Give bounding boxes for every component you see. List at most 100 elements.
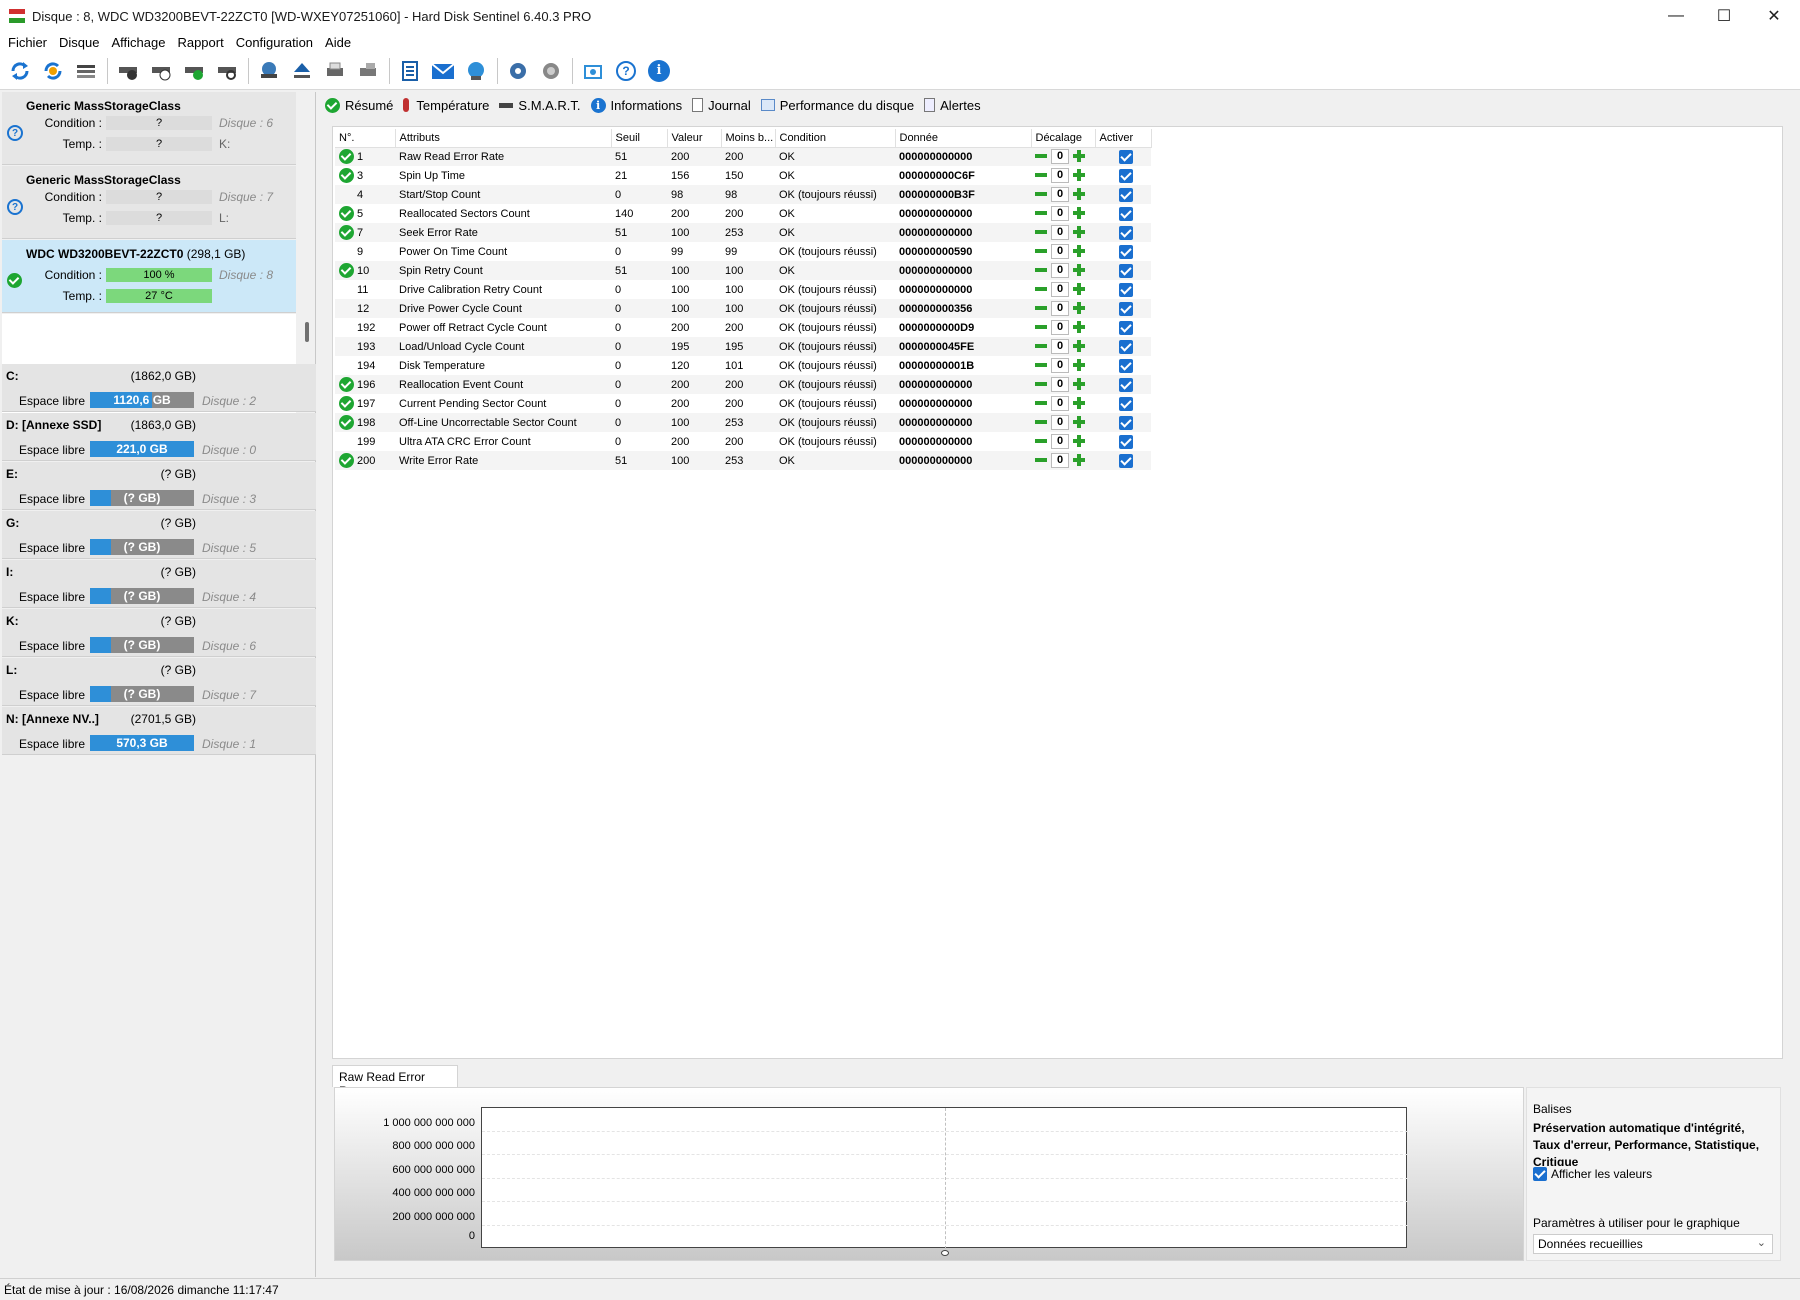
enable-checkbox[interactable] xyxy=(1119,225,1133,240)
offset-value[interactable]: 0 xyxy=(1051,187,1069,202)
smart-row[interactable]: 196 Reallocation Event Count 0 200 200 OK (to… xyxy=(335,375,1151,394)
plus-icon[interactable] xyxy=(1073,283,1085,296)
help-icon[interactable]: ? xyxy=(612,57,640,85)
eject-icon[interactable] xyxy=(288,57,316,85)
menu-affichage[interactable]: Affichage xyxy=(111,35,165,50)
smart-row[interactable]: 200 Write Error Rate 51 100 253 OK 00000000000… xyxy=(335,451,1151,470)
minus-icon[interactable] xyxy=(1035,458,1047,463)
plus-icon[interactable] xyxy=(1073,435,1085,448)
offset-value[interactable]: 0 xyxy=(1051,434,1069,449)
menu-configuration[interactable]: Configuration xyxy=(236,35,313,50)
tab-smart[interactable]: S.M.A.R.T. xyxy=(499,98,581,113)
plus-icon[interactable] xyxy=(1073,188,1085,201)
email-icon[interactable] xyxy=(429,57,457,85)
plus-icon[interactable] xyxy=(1073,226,1085,239)
col-donnee[interactable]: Donnée xyxy=(895,129,1032,148)
disk-card[interactable]: Generic MassStorageClass ? Condition : ?… xyxy=(2,166,296,239)
offset-value[interactable]: 0 xyxy=(1051,377,1069,392)
col-valeur[interactable]: Valeur xyxy=(667,129,722,148)
minus-icon[interactable] xyxy=(1035,287,1047,292)
enable-checkbox[interactable] xyxy=(1119,244,1133,259)
plus-icon[interactable] xyxy=(1073,245,1085,258)
smart-row[interactable]: 4 Start/Stop Count 0 98 98 OK (toujours réuss… xyxy=(335,185,1151,204)
volume-item[interactable]: I: (? GB) Espace libre (? GB) Disque : 4 xyxy=(2,560,316,608)
smart-row[interactable]: 12 Drive Power Cycle Count 0 100 100 OK (touj… xyxy=(335,299,1151,318)
offset-value[interactable]: 0 xyxy=(1051,263,1069,278)
offset-value[interactable]: 0 xyxy=(1051,396,1069,411)
smart-row[interactable]: 193 Load/Unload Cycle Count 0 195 195 OK (tou… xyxy=(335,337,1151,356)
plus-icon[interactable] xyxy=(1073,150,1085,163)
disk-ok-icon[interactable] xyxy=(180,57,208,85)
disk-list-scrollbar[interactable] xyxy=(305,322,309,342)
settings-icon[interactable] xyxy=(504,57,532,85)
smart-row[interactable]: 9 Power On Time Count 0 99 99 OK (toujours ré… xyxy=(335,242,1151,261)
disk-search-icon[interactable] xyxy=(213,57,241,85)
minus-icon[interactable] xyxy=(1035,249,1047,254)
info-icon[interactable]: i xyxy=(645,57,673,85)
minus-icon[interactable] xyxy=(1035,439,1047,444)
smart-row[interactable]: 7 Seek Error Rate 51 100 253 OK 000000000000 0 xyxy=(335,223,1151,242)
enable-checkbox[interactable] xyxy=(1119,377,1133,392)
menu-fichier[interactable]: Fichier xyxy=(8,35,47,50)
plus-icon[interactable] xyxy=(1073,302,1085,315)
minus-icon[interactable] xyxy=(1035,154,1047,159)
plus-icon[interactable] xyxy=(1073,207,1085,220)
report-icon[interactable] xyxy=(396,57,424,85)
sound-icon[interactable] xyxy=(537,57,565,85)
minimize-button[interactable]: — xyxy=(1652,0,1700,32)
disk-card[interactable]: Generic MassStorageClass ? Condition : ?… xyxy=(2,92,296,165)
offset-value[interactable]: 0 xyxy=(1051,339,1069,354)
enable-checkbox[interactable] xyxy=(1119,396,1133,411)
enable-checkbox[interactable] xyxy=(1119,339,1133,354)
volume-item[interactable]: D: [Annexe SSD] (1863,0 GB) Espace libre 22… xyxy=(2,413,316,461)
enable-checkbox[interactable] xyxy=(1119,301,1133,316)
minus-icon[interactable] xyxy=(1035,325,1047,330)
volume-item[interactable]: K: (? GB) Espace libre (? GB) Disque : 6 xyxy=(2,609,316,657)
minus-icon[interactable] xyxy=(1035,230,1047,235)
plus-icon[interactable] xyxy=(1073,321,1085,334)
offset-value[interactable]: 0 xyxy=(1051,320,1069,335)
plus-icon[interactable] xyxy=(1073,340,1085,353)
smart-row[interactable]: 1 Raw Read Error Rate 51 200 200 OK 0000000000… xyxy=(335,147,1151,166)
minus-icon[interactable] xyxy=(1035,211,1047,216)
enable-checkbox[interactable] xyxy=(1119,263,1133,278)
offset-value[interactable]: 0 xyxy=(1051,453,1069,468)
enable-checkbox[interactable] xyxy=(1119,320,1133,335)
plus-icon[interactable] xyxy=(1073,264,1085,277)
screenshot-icon[interactable] xyxy=(579,57,607,85)
minus-icon[interactable] xyxy=(1035,173,1047,178)
smart-row[interactable]: 11 Drive Calibration Retry Count 0 100 100 OK… xyxy=(335,280,1151,299)
smart-row[interactable]: 199 Ultra ATA CRC Error Count 0 200 200 OK (t… xyxy=(335,432,1151,451)
plus-icon[interactable] xyxy=(1073,454,1085,467)
menu-aide[interactable]: Aide xyxy=(325,35,351,50)
col-condition[interactable]: Condition xyxy=(775,129,896,148)
disk-test-icon[interactable] xyxy=(114,57,142,85)
tab-alertes[interactable]: Alertes xyxy=(924,98,981,113)
col-activer[interactable]: Activer xyxy=(1095,129,1152,148)
plus-icon[interactable] xyxy=(1073,397,1085,410)
volume-item[interactable]: C: (1862,0 GB) Espace libre 1120,6 GB Disque… xyxy=(2,364,316,412)
offset-value[interactable]: 0 xyxy=(1051,415,1069,430)
disk-timer-icon[interactable] xyxy=(147,57,175,85)
menu-disque[interactable]: Disque xyxy=(59,35,99,50)
smart-row[interactable]: 3 Spin Up Time 21 156 150 OK 000000000C6F 0 xyxy=(335,166,1151,185)
minus-icon[interactable] xyxy=(1035,192,1047,197)
enable-checkbox[interactable] xyxy=(1119,282,1133,297)
tab-informations[interactable]: i Informations xyxy=(590,97,682,113)
offset-value[interactable]: 0 xyxy=(1051,358,1069,373)
offset-value[interactable]: 0 xyxy=(1051,225,1069,240)
refresh-icon[interactable] xyxy=(6,57,34,85)
disk-list-icon[interactable] xyxy=(72,57,100,85)
disk-export-icon[interactable] xyxy=(354,57,382,85)
enable-checkbox[interactable] xyxy=(1119,434,1133,449)
network-disk-icon[interactable] xyxy=(255,57,283,85)
col-attributs[interactable]: Attributs xyxy=(395,129,612,148)
offset-value[interactable]: 0 xyxy=(1051,206,1069,221)
volume-item[interactable]: G: (? GB) Espace libre (? GB) Disque : 5 xyxy=(2,511,316,559)
minus-icon[interactable] xyxy=(1035,306,1047,311)
close-button[interactable]: ✕ xyxy=(1750,0,1798,32)
minus-icon[interactable] xyxy=(1035,420,1047,425)
minus-icon[interactable] xyxy=(1035,401,1047,406)
minus-icon[interactable] xyxy=(1035,344,1047,349)
maximize-button[interactable]: ☐ xyxy=(1700,0,1748,32)
